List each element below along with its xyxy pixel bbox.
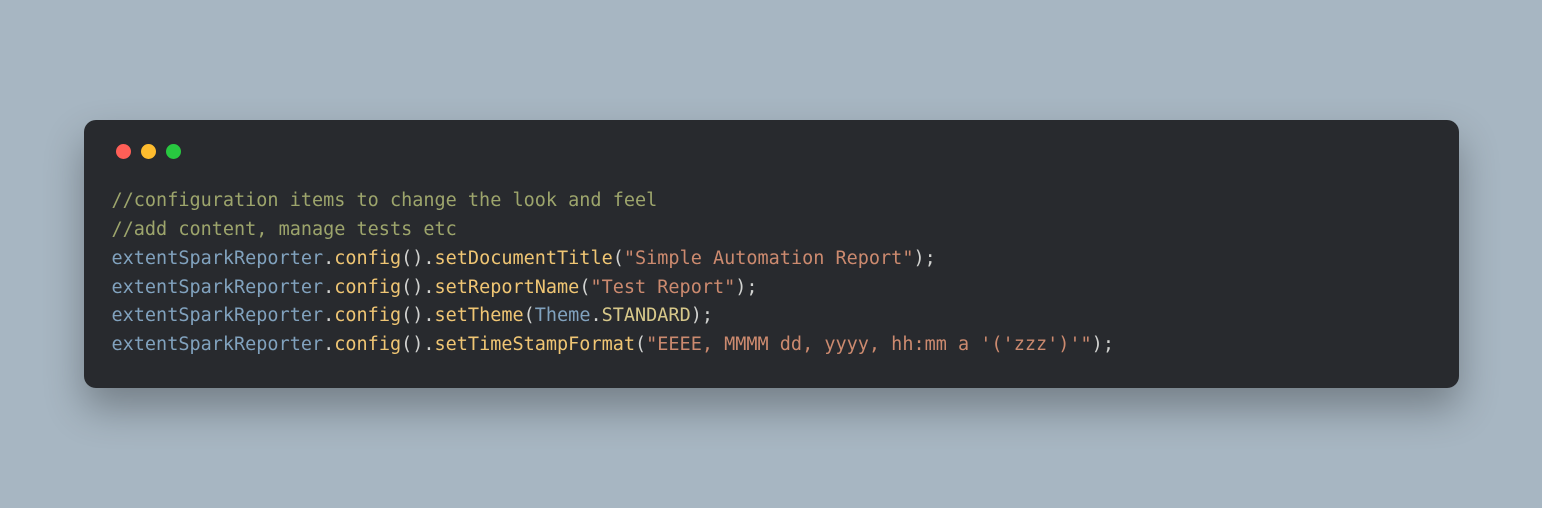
- code-punct: (: [524, 305, 535, 326]
- code-punct: .: [323, 277, 334, 298]
- code-identifier: extentSparkReporter: [112, 305, 324, 326]
- code-method: setReportName: [435, 277, 580, 298]
- code-punct: .: [590, 305, 601, 326]
- code-punct: .: [323, 248, 334, 269]
- code-punct: (: [579, 277, 590, 298]
- code-method: config: [334, 305, 401, 326]
- code-constant: STANDARD: [602, 305, 691, 326]
- code-identifier: extentSparkReporter: [112, 277, 324, 298]
- code-punct: .: [323, 334, 334, 355]
- code-type: Theme: [535, 305, 591, 326]
- code-method: config: [334, 248, 401, 269]
- code-punct: (: [613, 248, 624, 269]
- code-string: "Simple Automation Report": [624, 248, 914, 269]
- code-punct: ;: [1103, 334, 1114, 355]
- code-method: setTimeStampFormat: [435, 334, 635, 355]
- code-comment: //configuration items to change the look…: [112, 190, 658, 211]
- code-punct: .: [423, 305, 434, 326]
- code-method: setTheme: [435, 305, 524, 326]
- code-punct: (): [401, 334, 423, 355]
- code-punct: ): [913, 248, 924, 269]
- code-comment: //add content, manage tests etc: [112, 219, 457, 240]
- code-punct: ): [691, 305, 702, 326]
- window-controls: [112, 144, 1431, 159]
- code-string: "EEEE, MMMM dd, yyyy, hh:mm a '('zzz')'": [646, 334, 1092, 355]
- code-window: //configuration items to change the look…: [84, 120, 1459, 387]
- minimize-button[interactable]: [141, 144, 156, 159]
- code-string: "Test Report": [590, 277, 735, 298]
- code-punct: .: [423, 248, 434, 269]
- code-block: //configuration items to change the look…: [112, 187, 1431, 359]
- code-punct: ;: [702, 305, 713, 326]
- code-punct: .: [323, 305, 334, 326]
- code-identifier: extentSparkReporter: [112, 248, 324, 269]
- code-punct: (): [401, 248, 423, 269]
- code-method: config: [334, 277, 401, 298]
- code-method: config: [334, 334, 401, 355]
- code-punct: (): [401, 305, 423, 326]
- code-punct: .: [423, 277, 434, 298]
- code-punct: ): [1092, 334, 1103, 355]
- code-punct: ;: [746, 277, 757, 298]
- code-punct: .: [423, 334, 434, 355]
- code-punct: ): [735, 277, 746, 298]
- code-punct: (): [401, 277, 423, 298]
- code-method: setDocumentTitle: [435, 248, 613, 269]
- code-punct: (: [635, 334, 646, 355]
- code-identifier: extentSparkReporter: [112, 334, 324, 355]
- close-button[interactable]: [116, 144, 131, 159]
- maximize-button[interactable]: [166, 144, 181, 159]
- code-punct: ;: [925, 248, 936, 269]
